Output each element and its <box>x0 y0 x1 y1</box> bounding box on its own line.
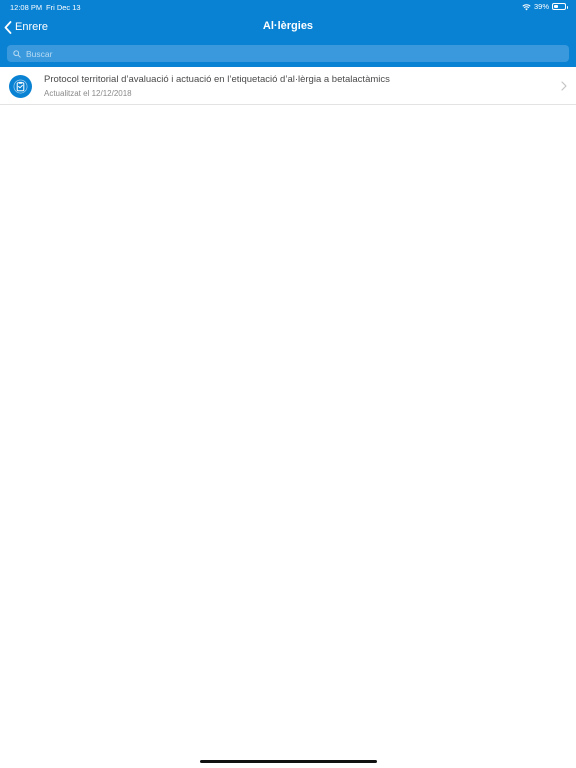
list-item[interactable]: Protocol territorial d’avaluació i actua… <box>0 67 576 105</box>
header: 12:08 PM Fri Dec 13 39% Enrere Al·lèrgie… <box>0 0 576 67</box>
search-bar: Buscar <box>7 45 569 62</box>
chevron-right-icon <box>561 81 567 91</box>
search-input[interactable]: Buscar <box>7 45 569 62</box>
protocol-list: Protocol territorial d’avaluació i actua… <box>0 67 576 105</box>
wifi-icon <box>522 3 531 10</box>
search-icon <box>13 49 21 58</box>
search-placeholder: Buscar <box>26 48 53 59</box>
list-item-title: Protocol territorial d’avaluació i actua… <box>44 74 390 85</box>
home-indicator[interactable] <box>200 760 377 763</box>
status-bar: 12:08 PM Fri Dec 13 39% <box>0 0 576 14</box>
battery-percentage: 39% <box>533 2 549 11</box>
status-time: 12:08 PM <box>10 3 43 12</box>
status-indicators: 39% <box>522 2 568 11</box>
battery-icon <box>552 3 568 10</box>
page-title: Al·lèrgies <box>262 20 314 32</box>
document-clipboard-icon <box>9 75 32 98</box>
list-item-subtitle: Actualitzat el 12/12/2018 <box>44 89 132 98</box>
navigation-bar: Enrere Al·lèrgies <box>0 14 576 40</box>
status-date: Fri Dec 13 <box>46 3 81 12</box>
